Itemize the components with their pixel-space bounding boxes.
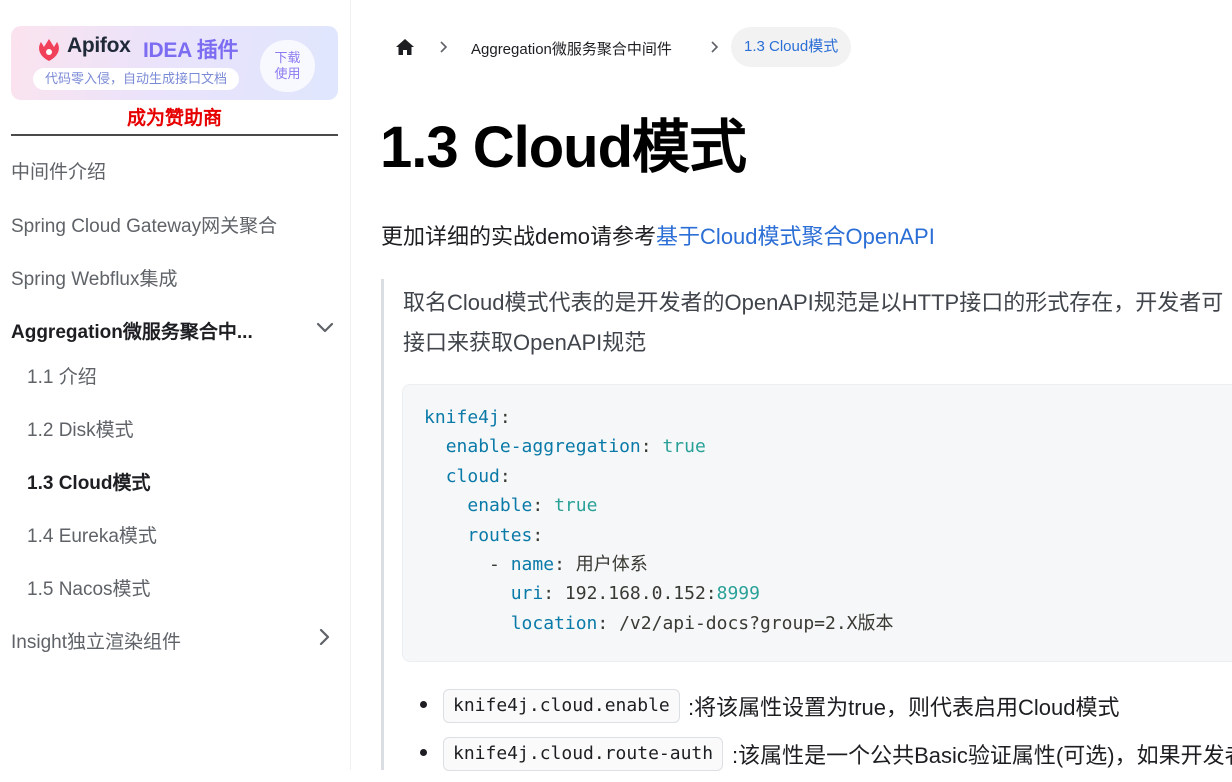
code-key: uri bbox=[510, 583, 544, 605]
sidebar-item-gateway[interactable]: Spring Cloud Gateway网关聚合 bbox=[11, 211, 277, 238]
sponsor-link[interactable]: 成为赞助商 bbox=[11, 106, 338, 136]
sidebar-subitem-disk[interactable]: 1.2 Disk模式 bbox=[27, 415, 134, 442]
code-key: routes bbox=[467, 524, 533, 546]
blockquote-line-2: 接口来获取OpenAPI规范 bbox=[403, 330, 647, 355]
bullet-dot bbox=[420, 701, 427, 708]
sidebar-item-insight[interactable]: Insight独立渲染组件 bbox=[11, 627, 181, 654]
list-item: knife4j.cloud.route-auth :该属性是一个公共Basic验… bbox=[420, 734, 1232, 782]
sidebar-subitem-cloud[interactable]: 1.3 Cloud模式 bbox=[27, 468, 151, 495]
chevron-right-icon bbox=[440, 41, 448, 53]
code-value: true bbox=[662, 436, 706, 458]
code-key: knife4j bbox=[424, 407, 500, 428]
inline-code: knife4j.cloud.enable bbox=[443, 689, 680, 723]
ad-button-line2: 使用 bbox=[274, 66, 301, 81]
code-block[interactable]: knife4j: enable-aggregation: true cloud:… bbox=[402, 384, 1232, 662]
code-value: 192.168.0.152: bbox=[564, 583, 717, 605]
chevron-down-icon[interactable] bbox=[316, 319, 334, 337]
breadcrumb-current: 1.3 Cloud模式 bbox=[731, 27, 852, 67]
code-key: name bbox=[510, 554, 555, 576]
intro-paragraph: 更加详细的实战demo请参考基于Cloud模式聚合OpenAPI bbox=[381, 219, 935, 251]
inline-code: knife4j.cloud.route-auth bbox=[443, 737, 724, 771]
sidebar-subitem-intro[interactable]: 1.1 介绍 bbox=[27, 362, 97, 389]
ad-brand-suffix: IDEA 插件 bbox=[143, 39, 239, 62]
sidebar-item-webflux[interactable]: Spring Webflux集成 bbox=[11, 264, 178, 291]
breadcrumb-parent[interactable]: Aggregation微服务聚合中间件 bbox=[471, 38, 672, 59]
ad-tagline: 代码零入侵，自动生成接口文档 bbox=[33, 68, 240, 90]
blockquote-bar bbox=[381, 279, 384, 770]
intro-link[interactable]: 基于Cloud模式聚合OpenAPI bbox=[656, 224, 935, 249]
ad-brand: Apifox bbox=[67, 34, 131, 57]
code-key: enable-aggregation bbox=[445, 436, 641, 458]
list-item-text: :将该属性设置为true，则代表启用Cloud模式 bbox=[688, 695, 1120, 720]
page-title: 1.3 Cloud模式 bbox=[380, 115, 747, 180]
apifox-ad-banner[interactable]: Apifox IDEA 插件 代码零入侵，自动生成接口文档 下载 使用 bbox=[11, 26, 338, 100]
code-value: 8999 bbox=[716, 583, 760, 605]
code-value: /v2/api-docs?group=2.X版本 bbox=[619, 612, 894, 634]
apifox-logo-icon bbox=[39, 39, 59, 61]
bullet-dot bbox=[420, 749, 427, 756]
home-icon[interactable] bbox=[395, 38, 415, 56]
code-key: enable bbox=[467, 495, 533, 517]
ad-download-button[interactable]: 下载 使用 bbox=[260, 40, 315, 92]
code-key: location bbox=[510, 612, 598, 634]
chevron-right-icon bbox=[711, 41, 719, 53]
ad-button-line1: 下载 bbox=[274, 50, 301, 65]
intro-text: 更加详细的实战demo请参考 bbox=[381, 224, 657, 249]
list-item: knife4j.cloud.enable :将该属性设置为true，则代表启用C… bbox=[420, 686, 1232, 734]
blockquote-line-1: 取名Cloud模式代表的是开发者的OpenAPI规范是以HTTP接口的形式存在，… bbox=[403, 290, 1224, 315]
code-key: cloud bbox=[445, 465, 500, 487]
bullet-list: knife4j.cloud.enable :将该属性设置为true，则代表启用C… bbox=[420, 686, 1232, 782]
blockquote-text: 取名Cloud模式代表的是开发者的OpenAPI规范是以HTTP接口的形式存在，… bbox=[403, 283, 1232, 363]
sidebar-item-middleware-intro[interactable]: 中间件介绍 bbox=[11, 157, 106, 184]
list-item-text: :该属性是一个公共Basic验证属性(可选)，如果开发者 bbox=[732, 743, 1232, 768]
sidebar-divider bbox=[350, 0, 351, 770]
code-value: true bbox=[554, 495, 598, 517]
chevron-right-icon[interactable] bbox=[316, 628, 334, 646]
code-content: knife4j: enable-aggregation: true cloud:… bbox=[424, 407, 894, 634]
sidebar: Apifox IDEA 插件 代码零入侵，自动生成接口文档 下载 使用 成为赞助… bbox=[0, 0, 350, 770]
sidebar-subitem-eureka[interactable]: 1.4 Eureka模式 bbox=[27, 521, 157, 548]
sidebar-item-aggregation[interactable]: Aggregation微服务聚合中... bbox=[11, 317, 253, 344]
sidebar-subitem-nacos[interactable]: 1.5 Nacos模式 bbox=[27, 574, 151, 601]
code-value: 用户体系 bbox=[575, 554, 648, 576]
